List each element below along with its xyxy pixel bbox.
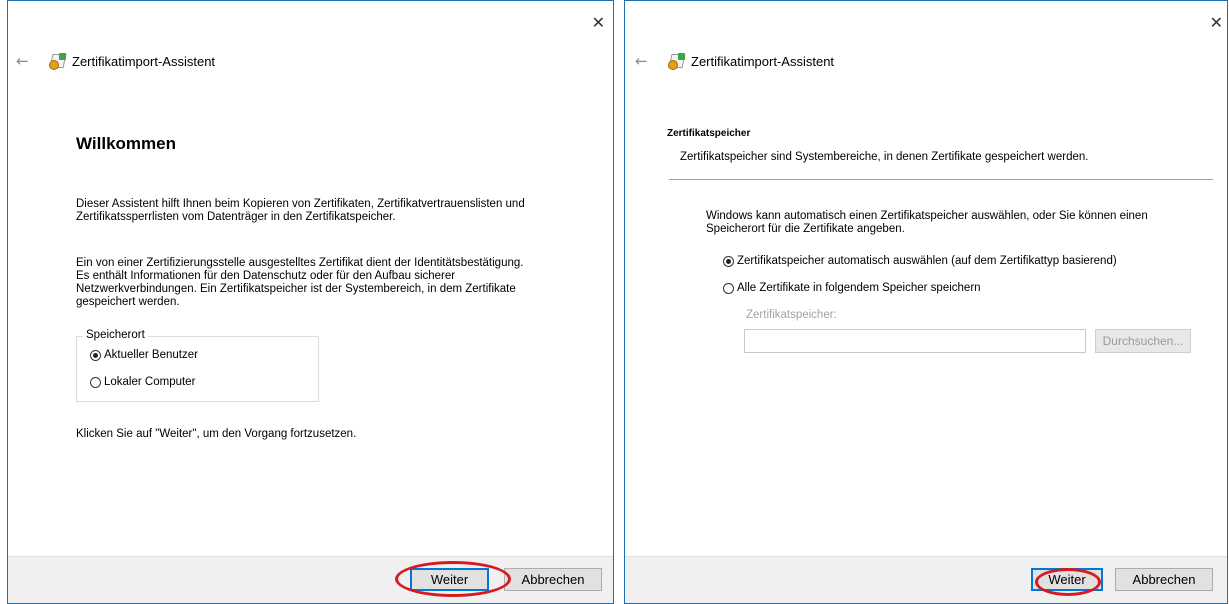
store-path-field[interactable]	[744, 329, 1086, 353]
cancel-button[interactable]: Abbrechen	[1115, 568, 1213, 591]
cancel-button[interactable]: Abbrechen	[504, 568, 602, 591]
section-title: Zertifikatspeicher	[667, 128, 751, 139]
radio-unchecked-icon[interactable]	[723, 282, 734, 294]
radio-unchecked-icon[interactable]	[90, 376, 101, 388]
radio-checked-icon[interactable]	[90, 349, 101, 361]
radio-manual-store[interactable]: Alle Zertifikate in folgendem Speicher s…	[723, 282, 981, 294]
radio-auto-select[interactable]: Zertifikatspeicher automatisch auswählen…	[723, 255, 1117, 267]
certificate-import-icon	[667, 53, 686, 70]
next-button[interactable]: Weiter	[1031, 568, 1103, 591]
close-icon[interactable]: ✕	[1210, 15, 1223, 31]
radio-label: Alle Zertifikate in folgendem Speicher s…	[737, 282, 981, 294]
intro-paragraph: Windows kann automatisch einen Zertifika…	[706, 210, 1148, 235]
close-icon[interactable]: ✕	[592, 15, 605, 31]
wizard-header: ← Zertifikatimport-Assistent	[16, 51, 215, 71]
store-location-group: Speicherort Aktueller Benutzer Lokaler C…	[76, 329, 319, 402]
back-arrow-icon[interactable]: ←	[635, 52, 657, 70]
continue-hint: Klicken Sie auf "Weiter", um den Vorgang…	[76, 428, 357, 440]
radio-local-computer[interactable]: Lokaler Computer	[90, 376, 195, 388]
wizard-title: Zertifikatimport-Assistent	[72, 53, 216, 69]
group-label: Speicherort	[83, 329, 148, 341]
radio-current-user[interactable]: Aktueller Benutzer	[90, 349, 198, 361]
radio-label: Lokaler Computer	[104, 376, 196, 388]
wizard-footer: Weiter Abbrechen	[625, 556, 1227, 603]
wizard-title: Zertifikatimport-Assistent	[691, 53, 835, 69]
browse-button[interactable]: Durchsuchen...	[1095, 329, 1191, 353]
intro-paragraph: Dieser Assistent hilft Ihnen beim Kopier…	[76, 198, 525, 223]
radio-checked-icon[interactable]	[723, 255, 734, 267]
store-field-label: Zertifikatspeicher:	[746, 309, 837, 321]
certificate-import-icon	[48, 53, 67, 70]
page-heading: Willkommen	[76, 134, 176, 153]
next-button[interactable]: Weiter	[410, 568, 489, 591]
section-description: Zertifikatspeicher sind Systembereiche, …	[680, 151, 1089, 163]
back-arrow-icon[interactable]: ←	[16, 52, 38, 70]
divider	[669, 179, 1213, 180]
wizard-header: ← Zertifikatimport-Assistent	[635, 51, 834, 71]
radio-label: Zertifikatspeicher automatisch auswählen…	[737, 255, 1117, 267]
wizard-window-left: ✕ ← Zertifikatimport-Assistent Willkomme…	[7, 0, 614, 604]
wizard-footer: Weiter Abbrechen	[8, 556, 613, 603]
description-paragraph: Ein von einer Zertifizierungsstelle ausg…	[76, 257, 524, 308]
wizard-window-right: ✕ ← Zertifikatimport-Assistent Zertifika…	[624, 0, 1228, 604]
radio-label: Aktueller Benutzer	[104, 349, 198, 361]
